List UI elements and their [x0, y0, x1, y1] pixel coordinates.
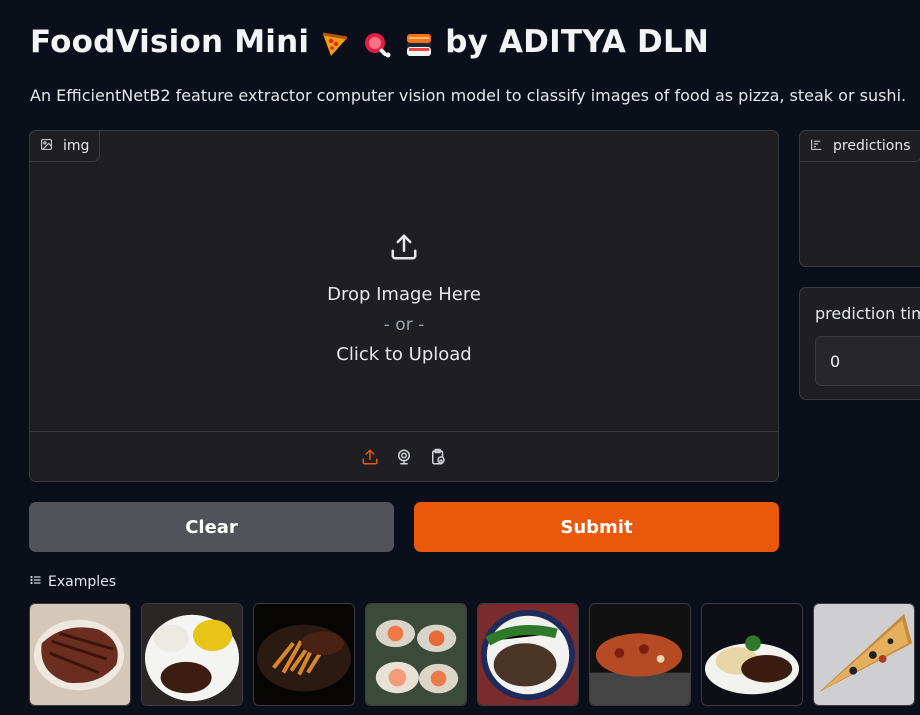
predictions-label: predictions [799, 130, 920, 162]
prediction-time-field[interactable] [815, 336, 920, 386]
example-steak-2[interactable] [141, 603, 243, 706]
example-steak-3[interactable] [253, 603, 355, 706]
webcam-icon[interactable] [394, 447, 414, 467]
example-pizza-1[interactable] [589, 603, 691, 706]
submit-button[interactable]: Submit [414, 502, 779, 552]
click-to-upload-text: Click to Upload [336, 344, 472, 365]
image-input-label: img [29, 130, 101, 162]
predictions-label-text: predictions [833, 138, 911, 154]
examples-gallery [29, 603, 915, 706]
title-suffix: by ADITYA DLN [445, 24, 710, 60]
predictions-panel: predictions [799, 130, 920, 267]
image-icon [40, 138, 53, 155]
example-pizza-2[interactable] [813, 603, 915, 706]
image-source-bar [30, 431, 778, 482]
clear-button[interactable]: Clear [29, 502, 394, 552]
title-prefix: FoodVision Mini [30, 24, 310, 60]
pizza-emoji-icon [319, 20, 351, 64]
example-sushi[interactable] [365, 603, 467, 706]
list-icon [30, 574, 42, 590]
sushi-emoji-icon [403, 20, 435, 64]
image-input-panel[interactable]: Drop Image Here - or - Click to Upload i… [29, 130, 779, 482]
prediction-time-label: prediction time (s) [815, 304, 920, 323]
clipboard-icon[interactable] [428, 447, 448, 467]
prediction-time-panel: prediction time (s) [799, 287, 920, 400]
upload-source-icon[interactable] [360, 447, 380, 467]
upload-arrow-icon [389, 232, 419, 266]
examples-header: Examples [30, 574, 116, 590]
meat-emoji-icon [361, 20, 393, 64]
bar-chart-icon [810, 138, 823, 155]
drop-image-text: Drop Image Here [327, 284, 481, 305]
examples-label-text: Examples [48, 574, 117, 590]
image-input-label-text: img [63, 138, 90, 154]
page-title: FoodVision Mini by ADITYA DLN [30, 20, 709, 64]
or-separator-text: - or - [383, 315, 425, 335]
image-drop-zone[interactable]: Drop Image Here - or - Click to Upload [30, 131, 778, 431]
page-description: An EfficientNetB2 feature extractor comp… [30, 86, 907, 105]
example-steak-5[interactable] [701, 603, 803, 706]
example-steak-1[interactable] [29, 603, 131, 706]
example-steak-4[interactable] [477, 603, 579, 706]
